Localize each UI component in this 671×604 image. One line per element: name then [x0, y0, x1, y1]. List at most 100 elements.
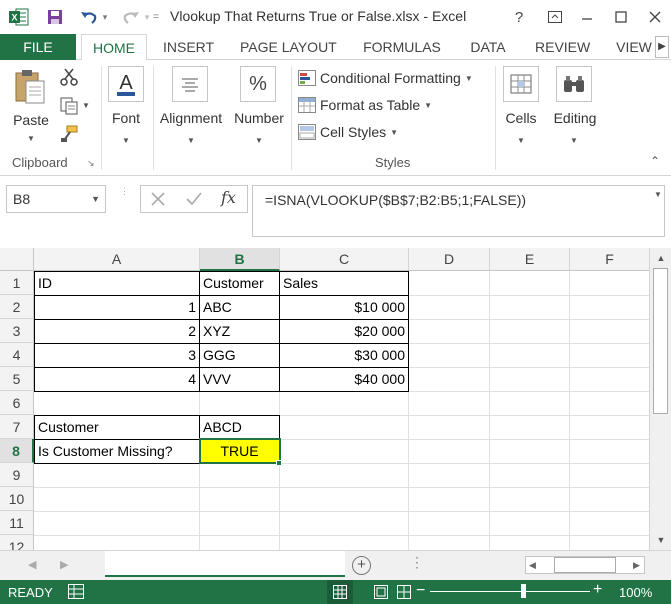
paste-button[interactable]: Paste [12, 112, 50, 128]
row-header-3[interactable]: 3 [0, 319, 34, 343]
expand-formula-bar-icon[interactable]: ▼ [654, 190, 662, 199]
conditional-formatting-button[interactable]: Conditional Formatting ▼ [298, 67, 473, 89]
select-all-corner[interactable] [0, 248, 34, 271]
vertical-scroll-thumb[interactable] [653, 268, 668, 414]
tab-page-layout[interactable]: PAGE LAYOUT [240, 34, 337, 60]
column-header-b[interactable]: B [200, 248, 280, 271]
tab-review[interactable]: REVIEW [535, 34, 590, 60]
scroll-down-icon[interactable]: ▼ [654, 533, 668, 547]
customize-qat-icon[interactable]: = [150, 6, 162, 28]
formula-bar-splitter-icon[interactable]: ⋮ [120, 187, 129, 210]
cells-dropdown-icon[interactable]: ▼ [514, 130, 528, 146]
maximize-icon[interactable] [610, 6, 632, 28]
cell-c2[interactable]: $10 000 [280, 295, 408, 319]
cancel-formula-icon[interactable] [149, 190, 167, 208]
scroll-left-icon[interactable]: ◀ [529, 560, 536, 571]
enter-formula-icon[interactable] [185, 190, 203, 208]
sheet-prev-icon[interactable]: ◀ [28, 558, 36, 571]
tab-scroll-right-icon[interactable]: ▶ [655, 36, 669, 58]
cell-styles-button[interactable]: Cell Styles ▼ [298, 121, 398, 143]
zoom-in-icon[interactable]: + [593, 581, 602, 599]
cell-b5[interactable]: VVV [200, 367, 279, 391]
alignment-dropdown-icon[interactable]: ▼ [184, 130, 198, 146]
ribbon-display-options-icon[interactable] [544, 6, 566, 28]
sheet-next-icon[interactable]: ▶ [60, 558, 68, 571]
cell-c1[interactable]: Sales [280, 271, 408, 295]
help-icon[interactable]: ? [508, 6, 530, 28]
tab-file[interactable]: FILE [0, 34, 76, 60]
macro-record-icon[interactable] [68, 584, 84, 599]
cell-b2[interactable]: ABC [200, 295, 279, 319]
zoom-slider-track[interactable] [430, 591, 590, 592]
row-header-4[interactable]: 4 [0, 343, 34, 367]
editing-button[interactable]: Editing [548, 110, 602, 126]
column-header-a[interactable]: A [34, 248, 200, 271]
tab-home[interactable]: HOME [81, 34, 147, 61]
font-dropdown-icon[interactable]: ▼ [119, 130, 133, 146]
column-header-d[interactable]: D [409, 248, 490, 271]
copy-icon[interactable] [60, 97, 78, 115]
cell-b4[interactable]: GGG [200, 343, 279, 367]
row-header-12[interactable]: 12 [0, 535, 34, 550]
row-header-9[interactable]: 9 [0, 463, 34, 487]
tab-insert[interactable]: INSERT [163, 34, 214, 60]
name-box[interactable]: B8 ▼ [6, 185, 106, 213]
cell-a1[interactable]: ID [35, 271, 199, 295]
row-header-5[interactable]: 5 [0, 367, 34, 391]
save-icon[interactable] [44, 6, 66, 28]
horizontal-scroll-thumb[interactable] [554, 557, 616, 573]
column-header-e[interactable]: E [490, 248, 570, 271]
column-header-f[interactable]: F [570, 248, 649, 271]
undo-dropdown-icon[interactable]: ▾ [100, 6, 110, 28]
binoculars-icon[interactable] [556, 66, 592, 102]
cell-a8[interactable]: Is Customer Missing? [35, 439, 199, 463]
tab-data[interactable]: DATA [467, 34, 509, 60]
cell-b1[interactable]: Customer [200, 271, 279, 295]
normal-view-icon[interactable] [327, 580, 353, 604]
zoom-slider-thumb[interactable] [521, 584, 526, 598]
paste-dropdown-icon[interactable]: ▼ [24, 128, 38, 144]
font-button[interactable]: Font [104, 110, 148, 126]
row-header-7[interactable]: 7 [0, 415, 34, 439]
cell-a3[interactable]: 2 [35, 319, 199, 343]
redo-icon[interactable] [120, 6, 142, 28]
cell-c4[interactable]: $30 000 [280, 343, 408, 367]
row-header-11[interactable]: 11 [0, 511, 34, 535]
percent-icon[interactable]: % [240, 66, 276, 102]
cell-c5[interactable]: $40 000 [280, 367, 408, 391]
row-header-8[interactable]: 8 [0, 439, 34, 463]
zoom-level[interactable]: 100% [619, 585, 652, 600]
alignment-button[interactable]: Alignment [156, 110, 226, 126]
worksheet-grid[interactable]: A B C D E F 1 2 3 4 5 6 7 8 9 10 11 12 I… [0, 248, 649, 550]
row-header-6[interactable]: 6 [0, 391, 34, 415]
zoom-out-icon[interactable]: − [416, 582, 425, 600]
row-header-2[interactable]: 2 [0, 295, 34, 319]
row-header-10[interactable]: 10 [0, 487, 34, 511]
editing-dropdown-icon[interactable]: ▼ [567, 130, 581, 146]
vertical-scrollbar[interactable]: ▲ ▼ [649, 248, 671, 550]
row-header-1[interactable]: 1 [0, 271, 34, 295]
alignment-icon[interactable] [172, 66, 208, 102]
minimize-icon[interactable] [576, 6, 598, 28]
cell-b8[interactable]: TRUE [200, 439, 279, 463]
cell-c3[interactable]: $20 000 [280, 319, 408, 343]
format-painter-icon[interactable] [60, 125, 78, 143]
scroll-right-icon[interactable]: ▶ [633, 560, 640, 571]
tab-splitter-icon[interactable]: ⋮ [410, 554, 424, 571]
add-sheet-icon[interactable]: + [352, 556, 371, 575]
font-icon[interactable]: A [108, 66, 144, 102]
copy-dropdown-icon[interactable]: ▼ [82, 101, 90, 110]
cell-b7[interactable]: ABCD [200, 415, 279, 439]
formula-input[interactable]: =ISNA(VLOOKUP($B$7;B2:B5;1;FALSE)) [252, 185, 665, 237]
number-dropdown-icon[interactable]: ▼ [252, 130, 266, 146]
name-box-dropdown-icon[interactable]: ▼ [91, 186, 100, 212]
cells-icon[interactable] [503, 66, 539, 102]
collapse-ribbon-icon[interactable]: ⌃ [650, 154, 660, 168]
page-break-view-icon[interactable] [391, 580, 417, 604]
scroll-up-icon[interactable]: ▲ [654, 251, 668, 265]
cut-icon[interactable] [60, 68, 78, 86]
undo-icon[interactable] [78, 6, 100, 28]
cell-a2[interactable]: 1 [35, 295, 199, 319]
tab-formulas[interactable]: FORMULAS [362, 34, 442, 60]
close-icon[interactable] [644, 6, 666, 28]
